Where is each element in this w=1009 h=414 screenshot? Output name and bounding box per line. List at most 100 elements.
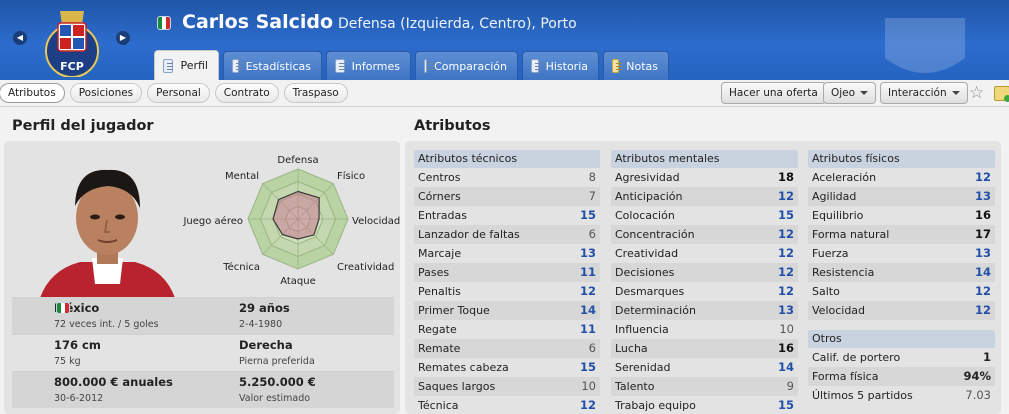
caps-goals: 72 veces int. / 5 goles xyxy=(54,319,159,330)
radar-label-creatividad: Creatividad xyxy=(337,262,394,273)
compare-icon xyxy=(424,59,435,73)
attribute-value: 6 xyxy=(588,341,596,355)
attribute-value: 12 xyxy=(777,189,794,203)
attribute-row: Fuerza 13 xyxy=(808,244,995,263)
attribute-value: 12 xyxy=(974,170,991,184)
info-row: México 72 veces int. / 5 goles 29 años 2… xyxy=(12,297,394,334)
attribute-name: Remate xyxy=(418,342,461,355)
attribute-name: Determinación xyxy=(615,304,696,317)
attribute-name: Técnica xyxy=(418,399,459,412)
attribute-row: Marcaje 13 xyxy=(414,244,600,263)
attribute-name: Lucha xyxy=(615,342,648,355)
scout-dropdown[interactable]: Ojeo xyxy=(823,82,877,104)
attribute-value: 12 xyxy=(974,303,991,317)
attribute-name: Últimos 5 partidos xyxy=(812,389,913,402)
attribute-name: Equilibrio xyxy=(812,209,864,222)
attribute-row: Entradas 15 xyxy=(414,206,600,225)
attribute-row: Pases 11 xyxy=(414,263,600,282)
attribute-name: Entradas xyxy=(418,209,467,222)
attribute-row: Velocidad 12 xyxy=(808,301,995,320)
attribute-name: Colocación xyxy=(615,209,675,222)
attribute-row: Determinación 13 xyxy=(611,301,798,320)
estimated-value: 5.250.000 € xyxy=(239,375,316,389)
attribute-name: Serenidad xyxy=(615,361,671,374)
attribute-name: Saques largos xyxy=(418,380,496,393)
birth-date: 2-4-1980 xyxy=(239,319,283,330)
attribute-value: 12 xyxy=(777,227,794,241)
interaction-dropdown[interactable]: Interacción xyxy=(880,82,968,104)
attribute-row: Colocación 15 xyxy=(611,206,798,225)
mexico-flag-icon xyxy=(56,302,70,314)
tab-informes[interactable]: Informes xyxy=(326,51,411,80)
profile-tabs: Perfil Estadísticas Informes Comparación… xyxy=(154,50,669,80)
add-note-icon[interactable] xyxy=(994,86,1009,102)
technical-attributes: Atributos técnicos Centros 8 Córners 7 Entra… xyxy=(414,150,600,414)
attribute-row: Talento 9 xyxy=(611,377,798,396)
radar-label-velocidad: Velocidad xyxy=(352,216,400,227)
subtab-contrato[interactable]: Contrato xyxy=(214,83,279,103)
make-offer-button[interactable]: Hacer una oferta xyxy=(721,82,826,104)
tab-label: Notas xyxy=(626,59,658,73)
attribute-row: Resistencia 14 xyxy=(808,263,995,282)
attribute-name: Creatividad xyxy=(615,247,679,260)
club-crest-watermark xyxy=(885,18,965,73)
attribute-value: 11 xyxy=(579,322,596,336)
attribute-value: 7.03 xyxy=(965,388,991,402)
make-offer-label: Hacer una oferta xyxy=(729,87,818,99)
technical-header: Atributos técnicos xyxy=(414,150,600,168)
attribute-row: Agilidad 13 xyxy=(808,187,995,206)
chevron-right-icon[interactable]: ▶ xyxy=(116,31,130,45)
age-value: 29 años xyxy=(239,301,290,315)
attribute-row: Decisiones 12 xyxy=(611,263,798,282)
radar-label-defensa: Defensa xyxy=(277,155,318,166)
attribute-row: Lucha 16 xyxy=(611,339,798,358)
attribute-value: 1 xyxy=(982,350,991,364)
subtab-bar: Atributos Posiciones Personal Contrato T… xyxy=(0,83,348,103)
attribute-row: Aceleración 12 xyxy=(808,168,995,187)
tab-historia[interactable]: Historia xyxy=(522,51,599,80)
preferred-foot-label: Pierna preferida xyxy=(239,356,315,367)
subtab-atributos[interactable]: Atributos xyxy=(0,83,65,103)
attribute-row: Regate 11 xyxy=(414,320,600,339)
attribute-row: Desmarques 12 xyxy=(611,282,798,301)
stats-icon xyxy=(232,59,242,73)
attribute-value: 13 xyxy=(579,246,596,260)
radar-label-fisico: Físico xyxy=(337,170,365,182)
attribute-row: Forma física 94% xyxy=(808,367,995,386)
scout-label: Ojeo xyxy=(831,87,856,99)
attribute-name: Decisiones xyxy=(615,266,675,279)
attribute-value: 14 xyxy=(579,303,596,317)
attribute-name: Trabajo equipo xyxy=(615,399,696,412)
radar-label-ataque: Ataque xyxy=(280,276,316,287)
interaction-label: Interacción xyxy=(888,87,947,99)
attributes-title: Atributos xyxy=(414,118,491,134)
tab-estadisticas[interactable]: Estadísticas xyxy=(223,51,322,80)
attribute-value: 12 xyxy=(777,284,794,298)
attribute-value: 16 xyxy=(777,341,794,355)
tab-comparacion[interactable]: Comparación xyxy=(415,51,518,80)
tab-perfil[interactable]: Perfil xyxy=(154,50,219,80)
attribute-value: 13 xyxy=(777,303,794,317)
subtab-personal[interactable]: Personal xyxy=(147,83,210,103)
info-row: 176 cm 75 kg Derecha Pierna preferida xyxy=(12,334,394,371)
tab-notas[interactable]: Notas xyxy=(603,51,669,80)
attribute-row: Remates cabeza 15 xyxy=(414,358,600,377)
attribute-name: Forma natural xyxy=(812,228,890,241)
attribute-row: Forma natural 17 xyxy=(808,225,995,244)
attribute-name: Agilidad xyxy=(812,190,857,203)
attribute-value: 15 xyxy=(777,398,794,412)
subtab-posiciones[interactable]: Posiciones xyxy=(69,83,143,103)
mental-header: Atributos mentales xyxy=(611,150,798,168)
attribute-row: Técnica 12 xyxy=(414,396,600,414)
subtab-traspaso[interactable]: Traspaso xyxy=(283,83,348,103)
attribute-name: Calif. de portero xyxy=(812,351,901,364)
star-icon[interactable]: ☆ xyxy=(969,83,984,103)
attribute-value: 8 xyxy=(588,170,596,184)
attribute-name: Marcaje xyxy=(418,247,462,260)
chevron-left-icon[interactable]: ◀ xyxy=(13,31,27,45)
report-icon xyxy=(335,59,345,73)
caret-down-icon xyxy=(860,91,869,95)
attribute-value: 12 xyxy=(579,284,596,298)
attribute-value: 12 xyxy=(579,398,596,412)
attribute-value: 17 xyxy=(974,227,991,241)
